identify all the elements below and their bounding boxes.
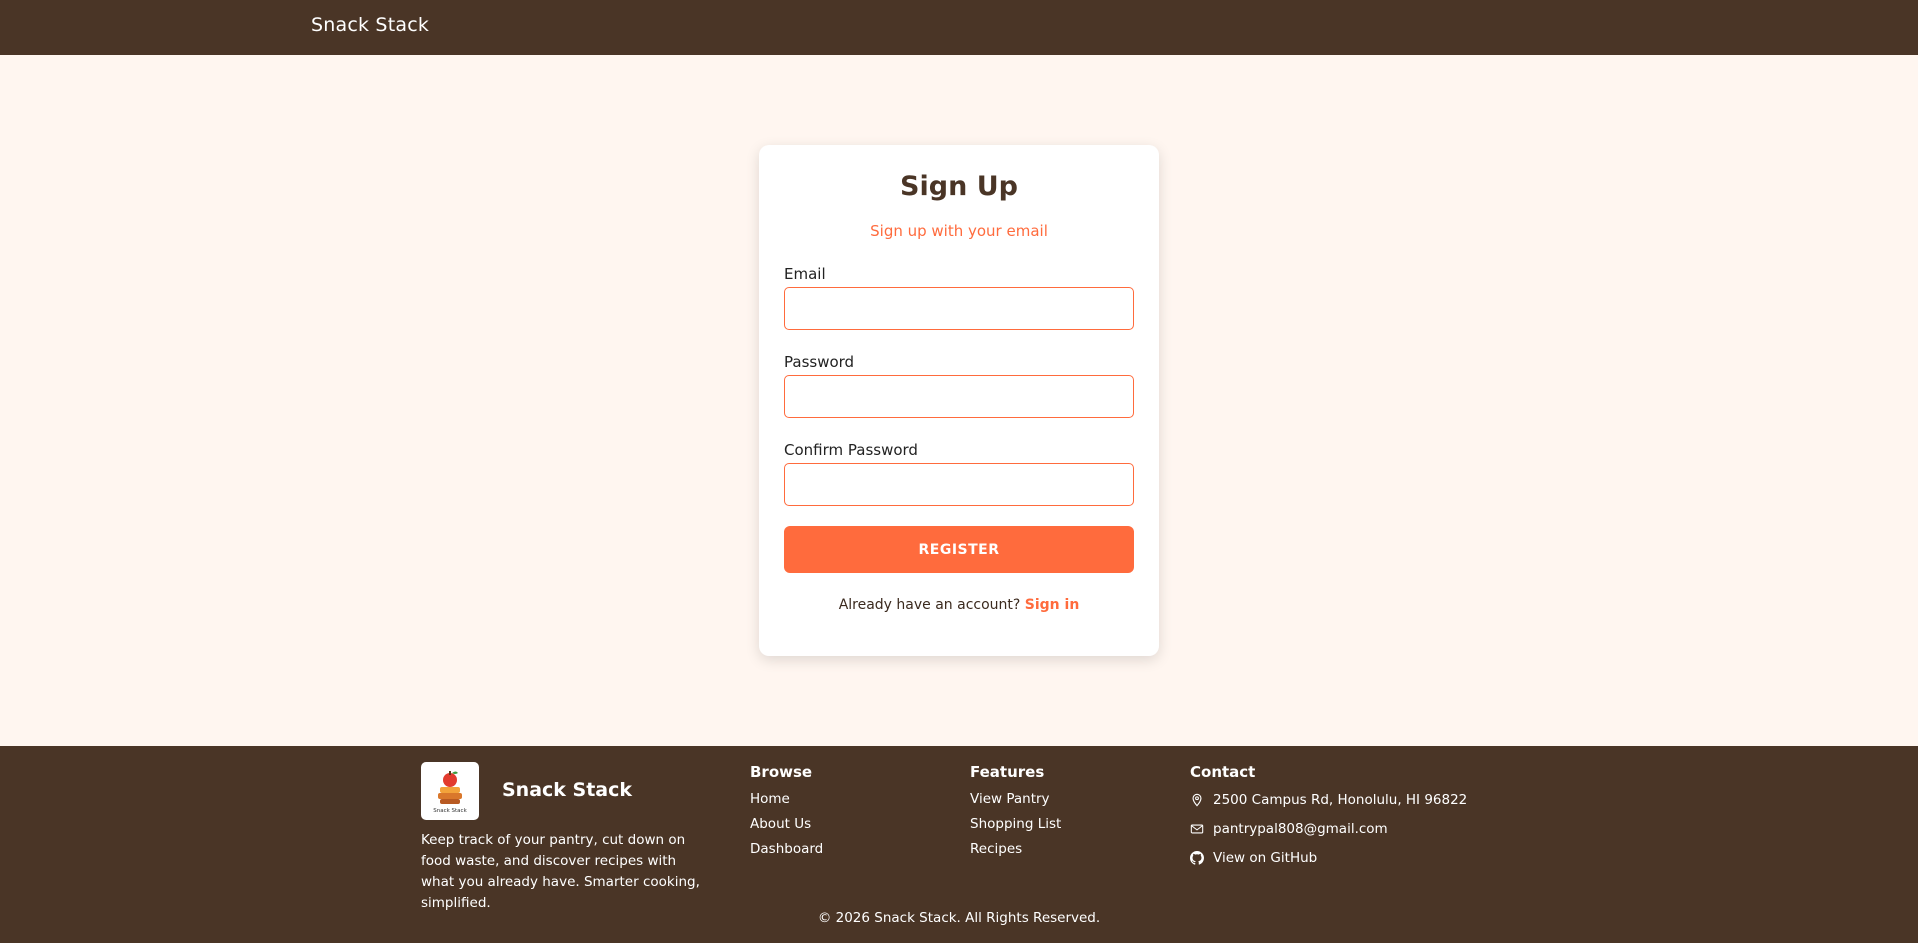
map-pin-icon (1192, 793, 1202, 807)
mail-icon (1190, 824, 1204, 833)
navbar: Snack Stack (0, 0, 1918, 55)
footer-link-dashboard[interactable]: Dashboard (750, 840, 823, 865)
contact-email-text: pantrypal808@gmail.com (1213, 820, 1388, 837)
footer-features-column: Features View Pantry Shopping List Recip… (970, 763, 1061, 865)
features-heading: Features (970, 763, 1045, 781)
snack-stack-logo-icon: Snack Stack (433, 771, 468, 814)
confirm-password-label: Confirm Password (784, 441, 918, 459)
password-label: Password (784, 353, 855, 371)
contact-address: 2500 Campus Rd, Honolulu, HI 96822 (1190, 785, 1467, 814)
contact-address-text: 2500 Campus Rd, Honolulu, HI 96822 (1213, 791, 1468, 808)
signup-card: Sign Up Sign up with your email Email Pa… (759, 145, 1159, 656)
footer-description: Keep track of your pantry, cut down on f… (421, 832, 700, 911)
contact-heading: Contact (1190, 763, 1256, 781)
navbar-brand-link[interactable]: Snack Stack (311, 14, 429, 36)
email-label: Email (784, 265, 826, 283)
confirm-password-input[interactable] (784, 463, 1134, 506)
signup-title: Sign Up (900, 171, 1018, 202)
footer: Snack Stack Snack Stack Keep track of yo… (0, 746, 1918, 943)
footer-browse-column: Browse Home About Us Dashboard (750, 763, 823, 865)
password-input[interactable] (784, 375, 1134, 418)
footer-brand: Snack Stack (502, 779, 633, 801)
contact-github[interactable]: View on GitHub (1190, 843, 1467, 872)
footer-logo: Snack Stack (421, 762, 479, 820)
logo-text: Snack Stack (433, 808, 467, 814)
footer-link-shopping-list[interactable]: Shopping List (970, 815, 1061, 840)
contact-email[interactable]: pantrypal808@gmail.com (1190, 814, 1467, 843)
register-button[interactable]: REGISTER (784, 526, 1134, 573)
signin-link[interactable]: Sign in (1025, 597, 1080, 613)
github-icon (1190, 850, 1204, 865)
contact-github-text: View on GitHub (1213, 849, 1318, 866)
signin-row: Already have an account? Sign in (759, 597, 1159, 613)
copyright: © 2026 Snack Stack. All Rights Reserved. (817, 910, 1101, 926)
footer-contact-column: Contact 2500 Campus Rd, Honolulu, HI 968… (1190, 763, 1467, 872)
footer-link-recipes[interactable]: Recipes (970, 840, 1061, 865)
footer-link-about-us[interactable]: About Us (750, 815, 823, 840)
email-input[interactable] (784, 287, 1134, 330)
footer-link-home[interactable]: Home (750, 790, 823, 815)
footer-link-view-pantry[interactable]: View Pantry (970, 790, 1061, 815)
signin-prompt: Already have an account? (838, 597, 1021, 613)
signup-subtitle: Sign up with your email (870, 222, 1048, 240)
browse-heading: Browse (750, 763, 813, 781)
